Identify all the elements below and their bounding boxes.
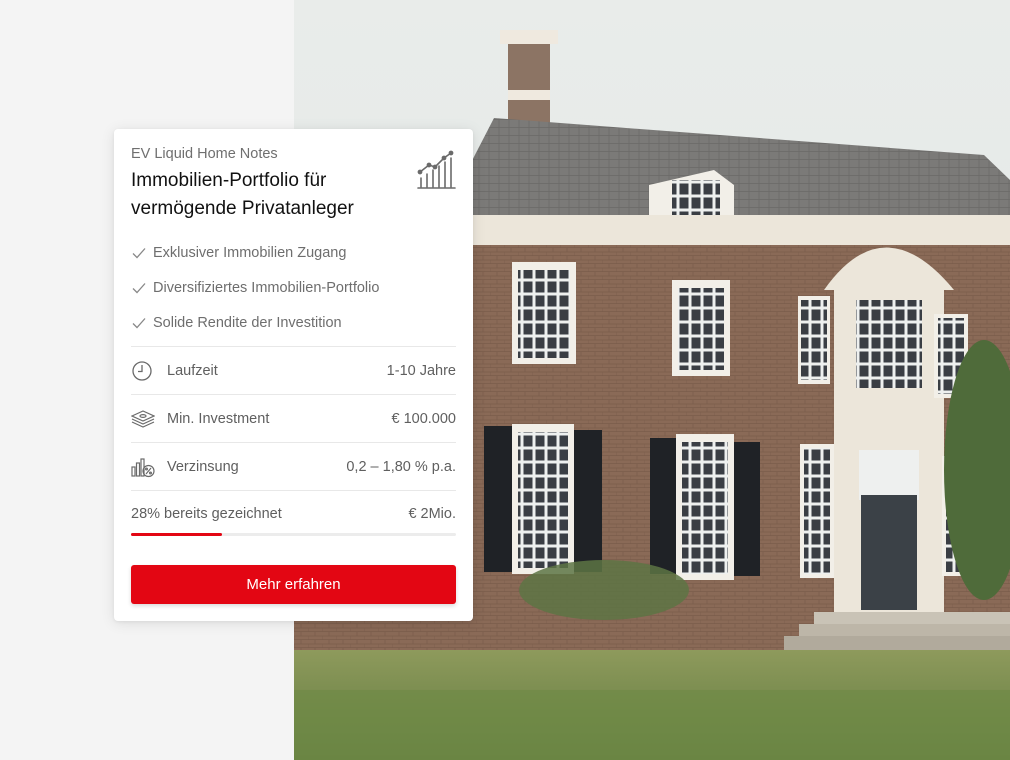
feature-label: Diversifiziertes Immobilien-Portfolio — [153, 279, 380, 296]
product-title: Immobilien-Portfolio für vermögende Priv… — [131, 170, 354, 219]
detail-label: Laufzeit — [167, 362, 218, 379]
money-stack-icon — [131, 409, 155, 428]
check-icon — [132, 317, 146, 328]
learn-more-button[interactable]: Mehr erfahren — [131, 565, 456, 604]
check-icon — [132, 282, 146, 293]
clock-icon — [132, 360, 152, 381]
detail-label: Verzinsung — [167, 458, 239, 475]
feature-item: Exklusiver Immobilien Zugang — [131, 235, 379, 270]
detail-value: 1-10 Jahre — [386, 362, 456, 379]
detail-row-min-investment: Min. Investment € 100.000 — [131, 394, 456, 442]
growth-chart-icon — [417, 150, 456, 189]
check-icon — [132, 247, 146, 258]
feature-label: Solide Rendite der Investition — [153, 314, 342, 331]
detail-label: Min. Investment — [167, 410, 270, 427]
subscription-progress-fill — [131, 533, 222, 536]
subscription-progress-bar — [131, 533, 456, 536]
interest-rate-icon — [131, 457, 155, 477]
subscription-status: 28% bereits gezeichnet € 2Mio. — [131, 490, 456, 537]
feature-item: Diversifiziertes Immobilien-Portfolio — [131, 270, 379, 305]
detail-value: € 100.000 — [391, 410, 456, 427]
subscription-amount: € 2Mio. — [408, 506, 456, 522]
product-card: EV Liquid Home Notes Immobilien-Portfoli… — [114, 129, 473, 621]
detail-value: 0,2 – 1,80 % p.a. — [346, 458, 456, 475]
detail-row-duration: Laufzeit 1-10 Jahre — [131, 346, 456, 394]
detail-list: Laufzeit 1-10 Jahre Min. Investment € 10… — [131, 346, 456, 537]
feature-label: Exklusiver Immobilien Zugang — [153, 244, 347, 261]
subscription-label: 28% bereits gezeichnet — [131, 506, 282, 522]
detail-row-interest: Verzinsung 0,2 – 1,80 % p.a. — [131, 442, 456, 490]
feature-item: Solide Rendite der Investition — [131, 305, 379, 340]
feature-list: Exklusiver Immobilien Zugang Diversifizi… — [131, 235, 379, 340]
product-eyebrow: EV Liquid Home Notes — [131, 146, 278, 162]
